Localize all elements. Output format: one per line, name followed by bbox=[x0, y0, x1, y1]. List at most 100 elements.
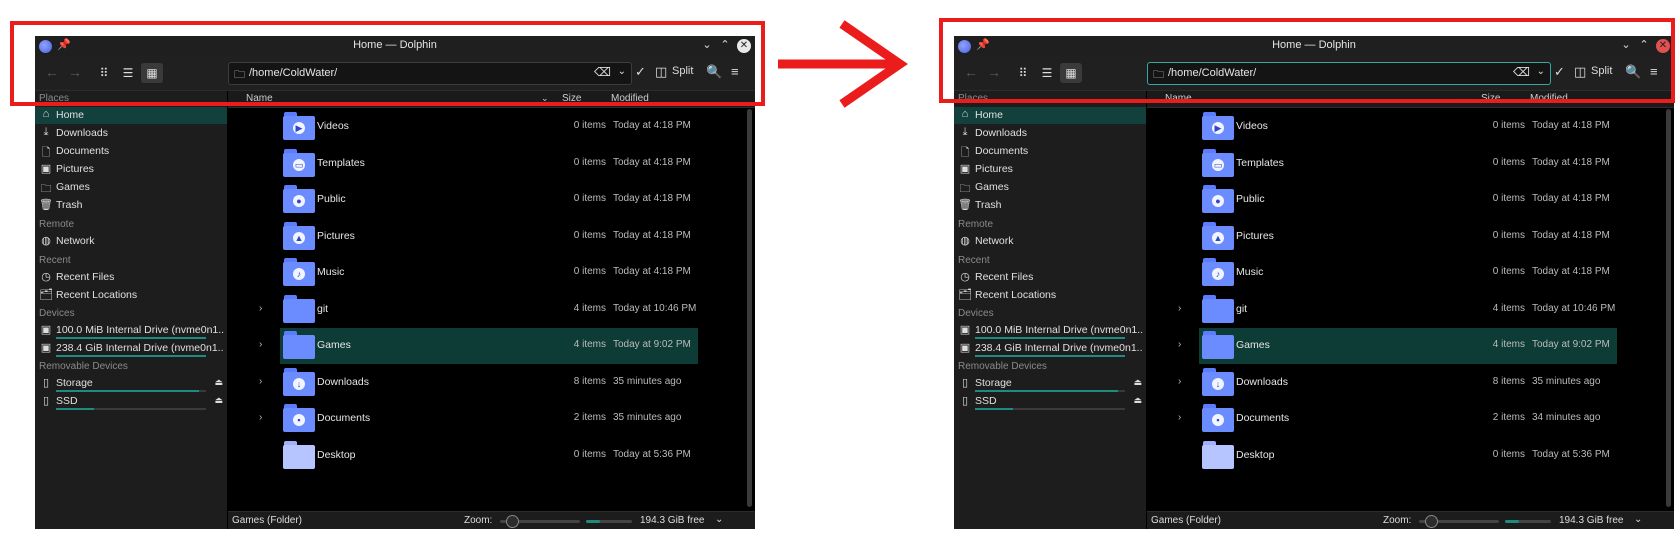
sidebar-item-label: Storage bbox=[975, 377, 1012, 389]
eject-icon[interactable]: ⏏ bbox=[1133, 395, 1142, 406]
file-name[interactable]: Games bbox=[1236, 339, 1270, 351]
file-row[interactable]: › ▪ Documents 2 items 34 minutes ago bbox=[1147, 401, 1657, 437]
sidebar-item[interactable]: 🗑 Trash bbox=[35, 197, 227, 214]
chevron-down-icon[interactable]: ⌄ bbox=[1634, 514, 1642, 525]
folder-emblem-icon: ▶ bbox=[293, 122, 305, 134]
expand-chevron-icon[interactable]: › bbox=[259, 303, 262, 314]
file-row[interactable]: Desktop 0 items Today at 5:36 PM bbox=[1147, 438, 1657, 474]
sidebar-item-label: 238.4 GiB Internal Drive (nvme0n1... bbox=[975, 342, 1143, 354]
file-row[interactable]: › git 4 items Today at 10:46 PM bbox=[1147, 292, 1657, 328]
eject-icon[interactable]: ⏏ bbox=[214, 395, 223, 406]
file-name[interactable]: Downloads bbox=[317, 376, 369, 388]
sidebar-item[interactable]: ▣ 100.0 MiB Internal Drive (nvme0n1... bbox=[954, 322, 1146, 339]
file-row[interactable]: ▲ Pictures 0 items Today at 4:18 PM bbox=[1147, 219, 1657, 255]
sidebar-item[interactable]: ◍ Network bbox=[954, 233, 1146, 250]
file-row[interactable]: ● Public 0 items Today at 4:18 PM bbox=[1147, 182, 1657, 218]
file-name[interactable]: Desktop bbox=[1236, 449, 1275, 461]
expand-chevron-icon[interactable]: › bbox=[1178, 412, 1181, 423]
chevron-down-icon[interactable]: ⌄ bbox=[715, 514, 723, 525]
file-name[interactable]: Pictures bbox=[317, 230, 355, 242]
sidebar-item[interactable]: ▯ Storage ⏏ bbox=[35, 375, 227, 392]
folder-icon: ♪ bbox=[1202, 258, 1234, 286]
eject-icon[interactable]: ⏏ bbox=[214, 377, 223, 388]
file-row[interactable]: ● Public 0 items Today at 4:18 PM bbox=[228, 182, 738, 218]
file-name[interactable]: git bbox=[317, 303, 328, 315]
expand-chevron-icon[interactable]: › bbox=[1178, 303, 1181, 314]
sidebar-item-label: Storage bbox=[56, 377, 93, 389]
zoom-slider-knob[interactable] bbox=[1425, 515, 1438, 528]
folder-clock-icon: 🗂 bbox=[958, 289, 972, 301]
file-row[interactable]: ▲ Pictures 0 items Today at 4:18 PM bbox=[228, 219, 738, 255]
sidebar-item[interactable]: 🗋 Documents bbox=[35, 143, 227, 160]
sidebar-item[interactable]: 🗀 Games bbox=[35, 179, 227, 196]
sidebar-item[interactable]: 🗂 Recent Locations bbox=[954, 287, 1146, 304]
sidebar-item[interactable]: ⌂ Home bbox=[954, 107, 1146, 124]
file-row[interactable]: ♪ Music 0 items Today at 4:18 PM bbox=[1147, 255, 1657, 291]
sidebar-item[interactable]: ⤓ Downloads bbox=[954, 125, 1146, 142]
file-name[interactable]: Templates bbox=[317, 157, 365, 169]
free-space-label[interactable]: 194.3 GiB free bbox=[1559, 515, 1623, 526]
file-row[interactable]: › Games 4 items Today at 9:02 PM bbox=[228, 328, 738, 364]
file-row[interactable]: › ▪ Documents 2 items 35 minutes ago bbox=[228, 401, 738, 437]
file-name[interactable]: Documents bbox=[1236, 412, 1289, 424]
vertical-scrollbar[interactable] bbox=[747, 109, 752, 507]
sidebar-section-label: Devices bbox=[958, 308, 994, 319]
file-row[interactable]: ▭ Templates 0 items Today at 4:18 PM bbox=[1147, 146, 1657, 182]
zoom-slider-knob[interactable] bbox=[506, 515, 519, 528]
file-row[interactable]: › Games 4 items Today at 9:02 PM bbox=[1147, 328, 1657, 364]
file-name[interactable]: Public bbox=[1236, 193, 1265, 205]
sidebar-item[interactable]: ◷ Recent Files bbox=[35, 269, 227, 286]
expand-chevron-icon[interactable]: › bbox=[259, 412, 262, 423]
file-name[interactable]: Desktop bbox=[317, 449, 356, 461]
expand-chevron-icon[interactable]: › bbox=[259, 376, 262, 387]
network-icon: ◍ bbox=[960, 235, 970, 247]
folder-icon: ● bbox=[283, 185, 315, 213]
sidebar-item[interactable]: ⤓ Downloads bbox=[35, 125, 227, 142]
file-row[interactable]: ▶ Videos 0 items Today at 4:18 PM bbox=[1147, 109, 1657, 145]
folder-emblem-icon: ▪ bbox=[293, 414, 305, 426]
file-row[interactable]: Desktop 0 items Today at 5:36 PM bbox=[228, 438, 738, 474]
sidebar-item[interactable]: 🗂 Recent Locations bbox=[35, 287, 227, 304]
file-modified: Today at 4:18 PM bbox=[1532, 229, 1610, 241]
sidebar-item[interactable]: 🗀 Games bbox=[954, 179, 1146, 196]
file-name[interactable]: Templates bbox=[1236, 157, 1284, 169]
file-name[interactable]: Pictures bbox=[1236, 230, 1274, 242]
sidebar-item[interactable]: ▣ Pictures bbox=[35, 161, 227, 178]
expand-chevron-icon[interactable]: › bbox=[1178, 339, 1181, 350]
sidebar-item[interactable]: ▣ Pictures bbox=[954, 161, 1146, 178]
sidebar-item[interactable]: ▯ SSD ⏏ bbox=[35, 393, 227, 410]
file-row[interactable]: › git 4 items Today at 10:46 PM bbox=[228, 292, 738, 328]
sidebar-item[interactable]: ▯ SSD ⏏ bbox=[954, 393, 1146, 410]
eject-icon[interactable]: ⏏ bbox=[1133, 377, 1142, 388]
sidebar-item[interactable]: ⌂ Home bbox=[35, 107, 227, 124]
expand-chevron-icon[interactable]: › bbox=[1178, 376, 1181, 387]
file-name[interactable]: Videos bbox=[1236, 120, 1268, 132]
file-name[interactable]: Downloads bbox=[1236, 376, 1288, 388]
zoom-slider[interactable] bbox=[500, 515, 580, 528]
file-row[interactable]: › ↓ Downloads 8 items 35 minutes ago bbox=[1147, 365, 1657, 401]
file-row[interactable]: › ↓ Downloads 8 items 35 minutes ago bbox=[228, 365, 738, 401]
file-name[interactable]: Games bbox=[317, 339, 351, 351]
file-name[interactable]: Documents bbox=[317, 412, 370, 424]
file-row[interactable]: ♪ Music 0 items Today at 4:18 PM bbox=[228, 255, 738, 291]
sidebar-item[interactable]: 🗋 Documents bbox=[954, 143, 1146, 160]
file-name[interactable]: Public bbox=[317, 193, 346, 205]
sidebar-item[interactable]: ◷ Recent Files bbox=[954, 269, 1146, 286]
vertical-scrollbar[interactable] bbox=[1666, 109, 1671, 507]
sidebar-item[interactable]: 🗑 Trash bbox=[954, 197, 1146, 214]
file-modified: 34 minutes ago bbox=[1532, 412, 1601, 423]
sidebar-item[interactable]: ▣ 238.4 GiB Internal Drive (nvme0n1... bbox=[35, 340, 227, 357]
file-name[interactable]: git bbox=[1236, 303, 1247, 315]
file-name[interactable]: Music bbox=[317, 266, 344, 278]
free-space-label[interactable]: 194.3 GiB free bbox=[640, 515, 704, 526]
sidebar-item[interactable]: ◍ Network bbox=[35, 233, 227, 250]
file-row[interactable]: ▭ Templates 0 items Today at 4:18 PM bbox=[228, 146, 738, 182]
sidebar-item[interactable]: ▣ 238.4 GiB Internal Drive (nvme0n1... bbox=[954, 340, 1146, 357]
expand-chevron-icon[interactable]: › bbox=[259, 339, 262, 350]
sidebar-item[interactable]: ▣ 100.0 MiB Internal Drive (nvme0n1... bbox=[35, 322, 227, 339]
zoom-slider[interactable] bbox=[1419, 515, 1499, 528]
file-name[interactable]: Music bbox=[1236, 266, 1263, 278]
sidebar-item[interactable]: ▯ Storage ⏏ bbox=[954, 375, 1146, 392]
file-name[interactable]: Videos bbox=[317, 120, 349, 132]
file-row[interactable]: ▶ Videos 0 items Today at 4:18 PM bbox=[228, 109, 738, 145]
